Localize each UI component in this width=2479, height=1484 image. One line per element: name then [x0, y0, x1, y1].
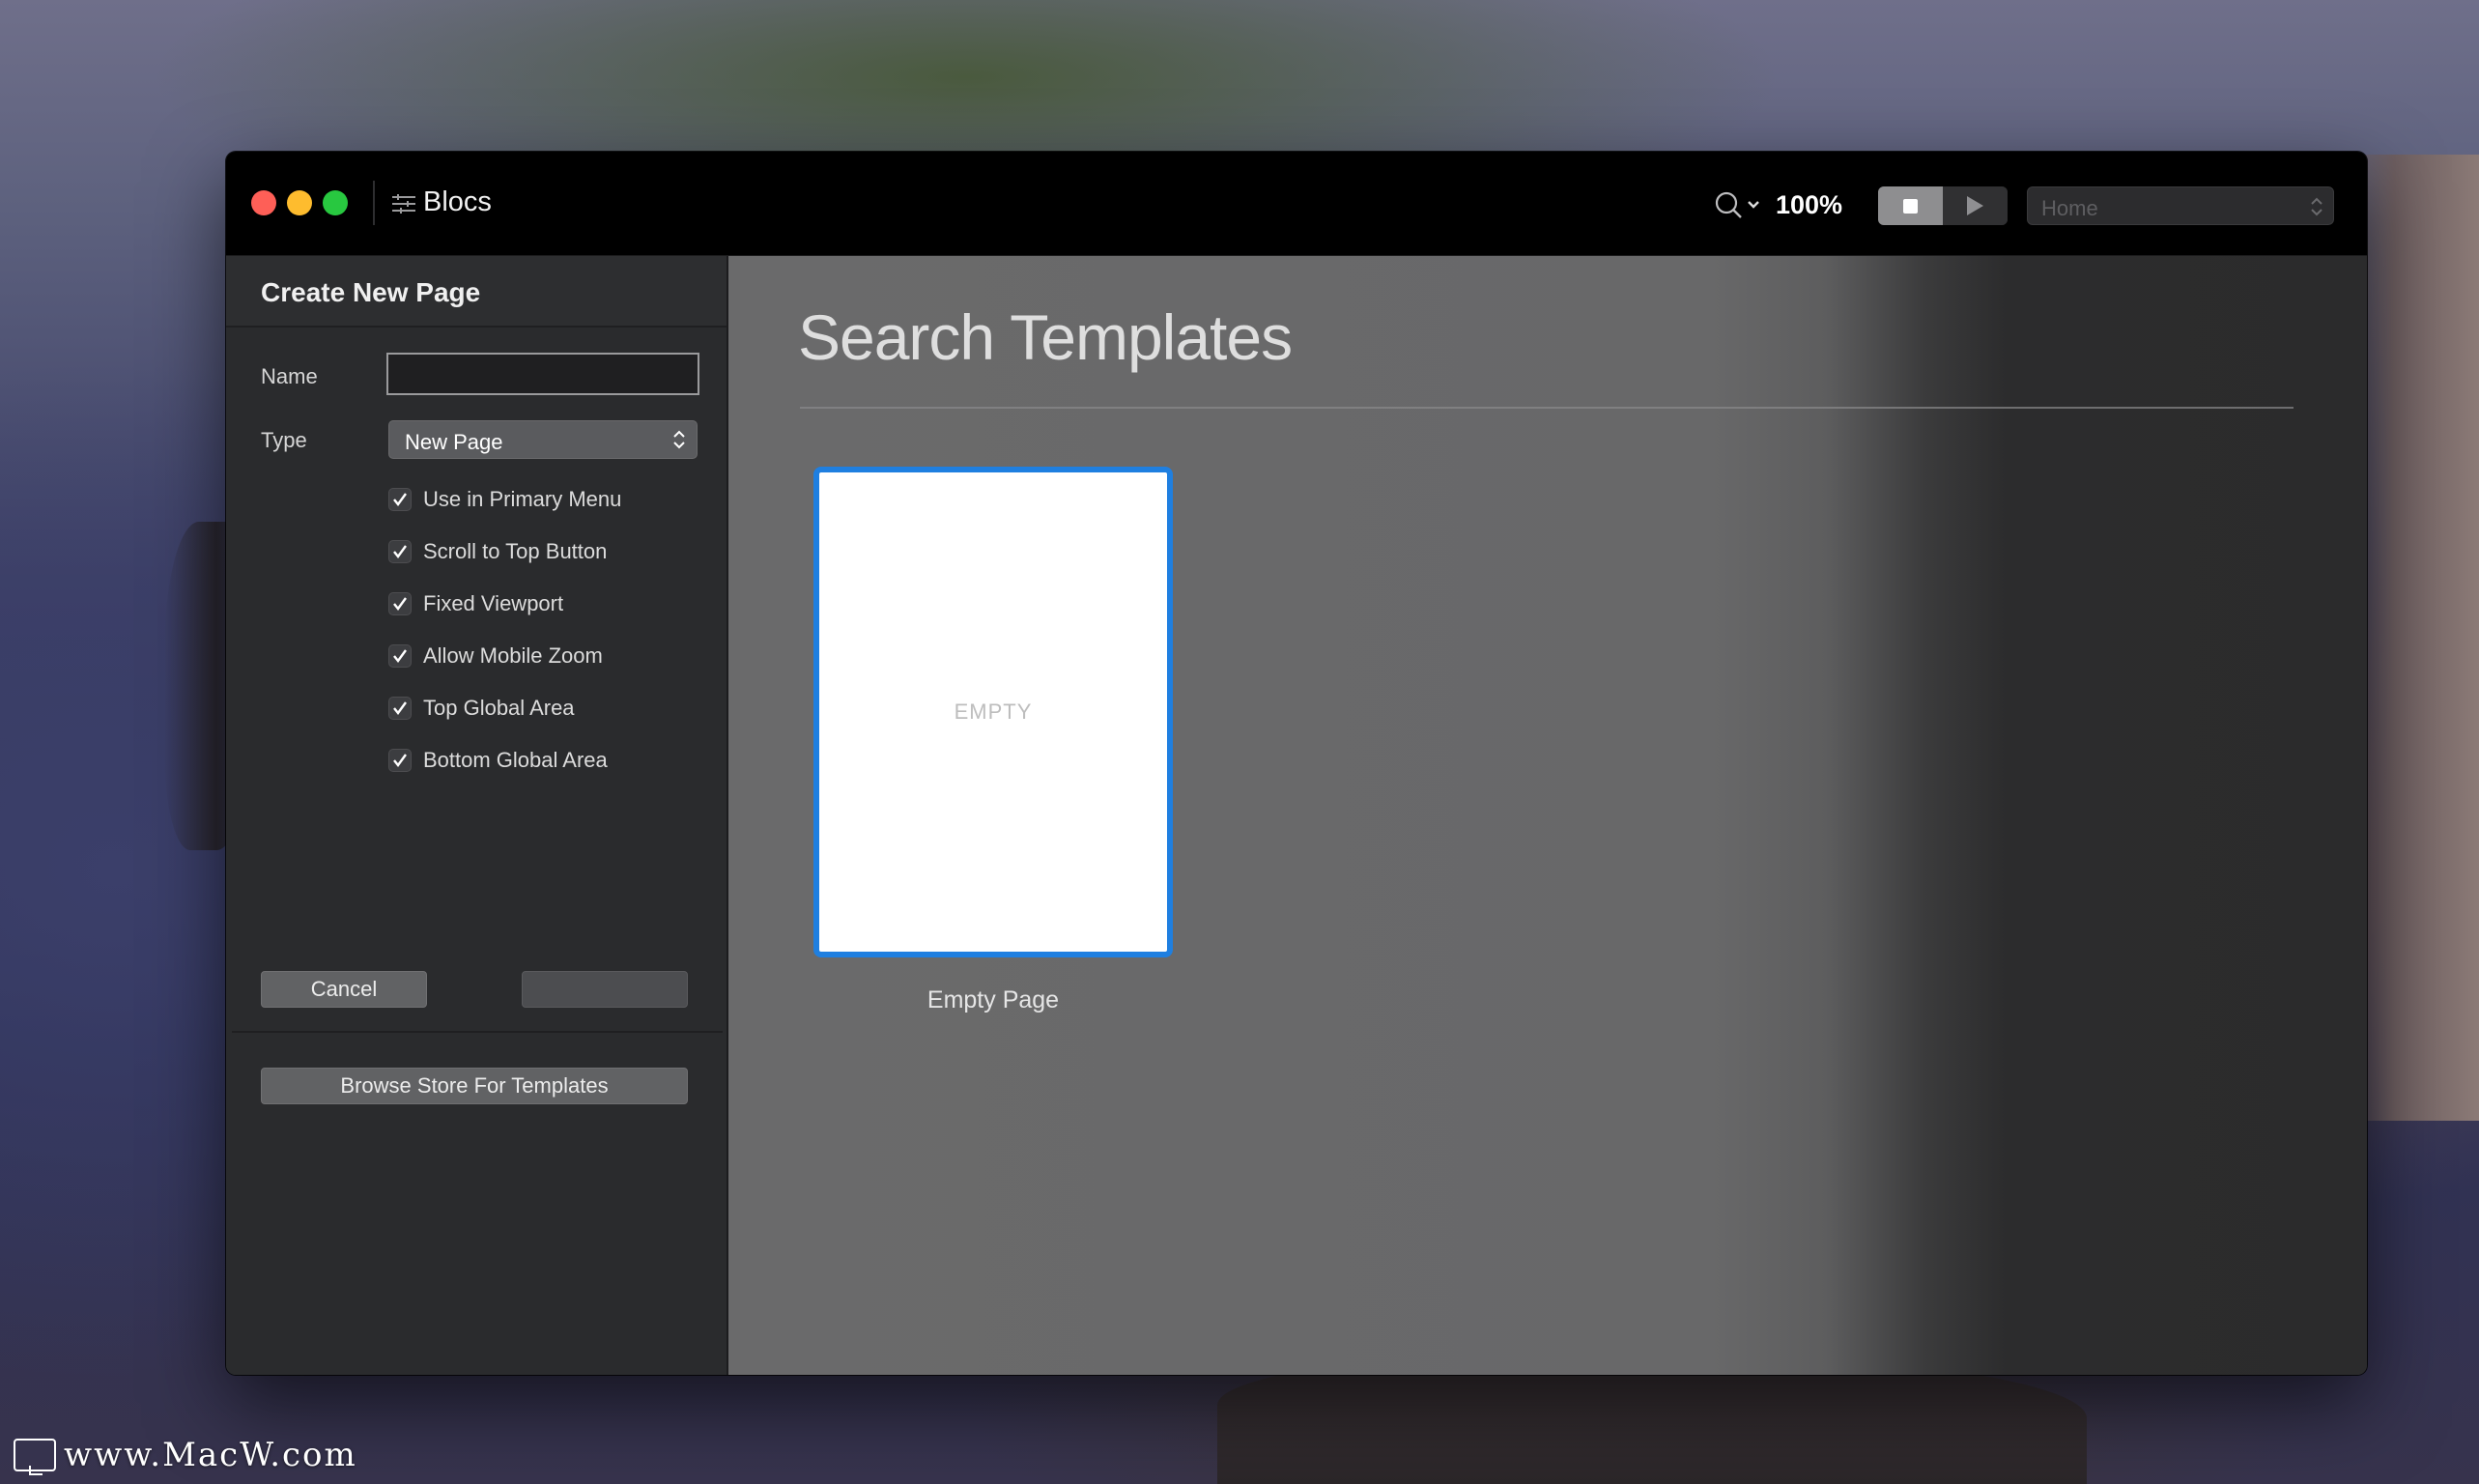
create-button[interactable] — [522, 971, 688, 1008]
checkmark-icon — [393, 597, 407, 611]
create-page-sheet: Create New Page Name Type New Page Use i… — [226, 256, 728, 1375]
option-label: Scroll to Top Button — [423, 539, 608, 563]
checkmark-icon — [393, 493, 407, 506]
heading-divider — [800, 407, 2294, 409]
template-browser: Search Templates EMPTY Empty Page — [728, 256, 2367, 1375]
close-window-button[interactable] — [251, 190, 276, 215]
option-label: Fixed Viewport — [423, 591, 564, 615]
option-label: Bottom Global Area — [423, 748, 608, 772]
sheet-title: Create New Page — [261, 277, 481, 307]
watermark-text: www.MacW.com — [64, 1436, 357, 1474]
option-allow-mobile-zoom[interactable]: Allow Mobile Zoom — [388, 642, 603, 671]
page-select[interactable]: Home — [2027, 186, 2334, 225]
checkbox[interactable] — [388, 592, 412, 615]
template-search-heading[interactable]: Search Templates — [798, 300, 1293, 374]
toolbar-divider — [373, 181, 375, 225]
template-name: Empty Page — [926, 986, 1060, 1013]
play-icon — [1967, 196, 1983, 215]
browse-store-button[interactable]: Browse Store For Templates — [261, 1068, 688, 1104]
magnifier-icon — [1715, 191, 1742, 218]
checkmark-icon — [393, 701, 407, 715]
checkbox[interactable] — [388, 644, 412, 668]
option-use-in-primary-menu[interactable]: Use in Primary Menu — [388, 485, 621, 514]
option-fixed-viewport[interactable]: Fixed Viewport — [388, 589, 563, 618]
option-label: Top Global Area — [423, 696, 575, 720]
updown-chevron-icon — [673, 430, 685, 449]
minimize-window-button[interactable] — [287, 190, 312, 215]
app-title: Blocs — [423, 186, 492, 217]
cancel-button[interactable]: Cancel — [261, 971, 427, 1008]
preview-segmented-control — [1878, 186, 2008, 225]
type-select-value: New Page — [405, 430, 503, 454]
checkmark-icon — [393, 649, 407, 663]
title-bar: Blocs 100% Home — [226, 152, 2367, 256]
zoom-search-menu[interactable] — [1714, 190, 1768, 219]
sheet-divider — [232, 1031, 723, 1033]
page-select-value: Home — [2041, 196, 2098, 220]
watermark: www.MacW.com — [14, 1436, 357, 1475]
type-select[interactable]: New Page — [388, 420, 698, 459]
stop-icon — [1903, 198, 1918, 214]
template-preview-text: EMPTY — [954, 699, 1033, 724]
option-scroll-to-top-button[interactable]: Scroll to Top Button — [388, 537, 607, 566]
name-input[interactable] — [386, 353, 699, 395]
type-label: Type — [261, 428, 307, 452]
option-label: Use in Primary Menu — [423, 487, 622, 511]
chevron-down-icon — [1748, 201, 1759, 209]
name-label: Name — [261, 364, 318, 388]
updown-chevron-icon — [2311, 197, 2322, 216]
maximize-window-button[interactable] — [323, 190, 348, 215]
stop-button[interactable] — [1878, 186, 1943, 225]
zoom-level: 100% — [1776, 190, 1843, 219]
checkmark-icon — [393, 754, 407, 767]
sliders-icon[interactable] — [392, 194, 415, 214]
option-label: Allow Mobile Zoom — [423, 643, 603, 668]
option-top-global-area[interactable]: Top Global Area — [388, 694, 575, 723]
checkbox[interactable] — [388, 540, 412, 563]
checkmark-icon — [393, 545, 407, 558]
checkbox[interactable] — [388, 697, 412, 720]
template-card-empty-page[interactable]: EMPTY — [813, 467, 1173, 957]
checkbox[interactable] — [388, 488, 412, 511]
sheet-header: Create New Page — [226, 256, 727, 328]
play-button[interactable] — [1943, 186, 2008, 225]
monitor-icon — [14, 1439, 56, 1475]
checkbox[interactable] — [388, 749, 412, 772]
app-window: Blocs 100% Home Create New Page Name Typ… — [226, 152, 2367, 1375]
option-bottom-global-area[interactable]: Bottom Global Area — [388, 746, 608, 775]
